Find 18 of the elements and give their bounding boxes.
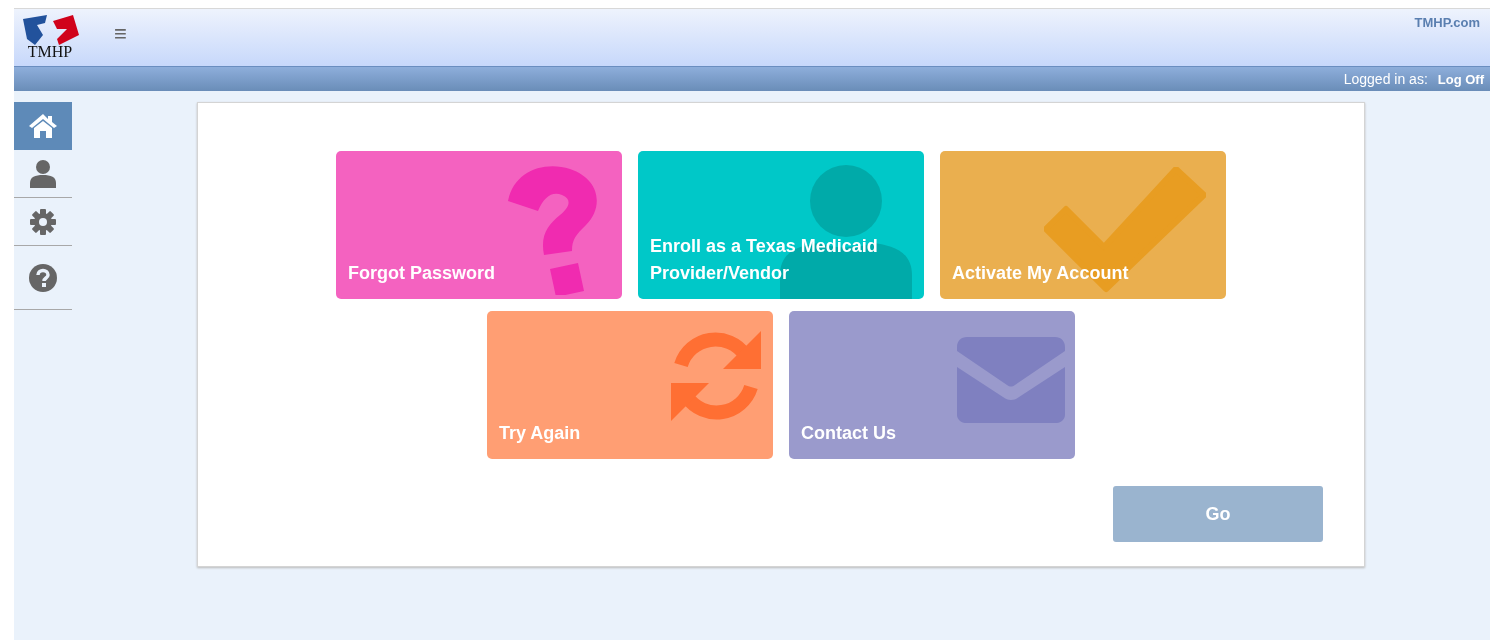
log-off-link[interactable]: Log Off	[1437, 71, 1484, 87]
menu-tile[interactable]: Forgot Password	[336, 151, 622, 299]
home-icon	[28, 113, 58, 139]
menu-tile[interactable]: Activate My Account	[940, 151, 1226, 299]
menu-button[interactable]: ≡	[114, 23, 127, 45]
menu-tile[interactable]: Contact Us	[789, 311, 1075, 459]
envelope-icon	[957, 337, 1065, 423]
logo-text: TMHP	[27, 45, 73, 59]
settings-icon	[29, 207, 57, 236]
menu-tile[interactable]: Try Again	[487, 311, 773, 459]
user-icon	[29, 158, 57, 189]
menu-tile[interactable]: Enroll as a Texas Medicaid Provider/Vendor	[638, 151, 924, 299]
refresh-icon	[669, 329, 763, 423]
help-icon	[28, 262, 58, 293]
logo-icon	[21, 15, 79, 45]
site-link[interactable]: TMHP.com	[1414, 15, 1480, 30]
logged-in-label: Logged in as:	[1343, 71, 1428, 87]
sidebar-item[interactable]	[14, 102, 72, 150]
